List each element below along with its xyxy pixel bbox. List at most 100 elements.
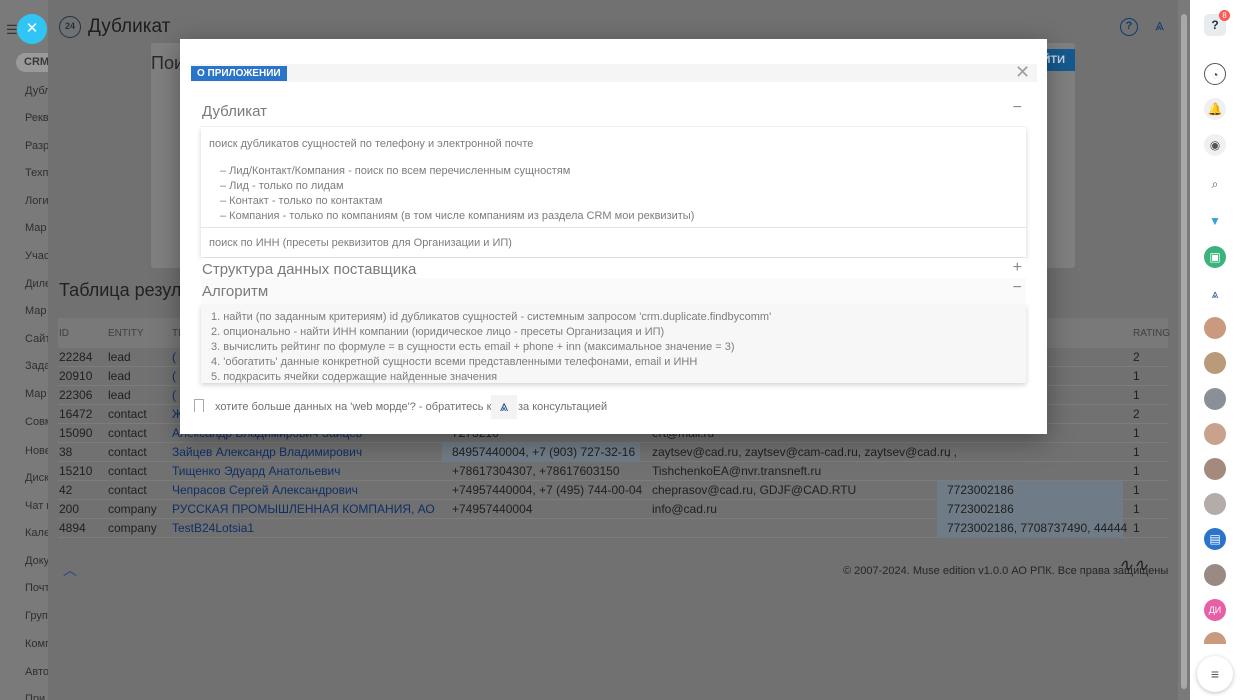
bell-icon[interactable]: 🔔	[1204, 98, 1226, 120]
cell-entity: contact	[108, 407, 147, 421]
cell-id: 15090	[59, 426, 93, 440]
close-icon[interactable]: ✕	[1015, 62, 1030, 82]
table-row[interactable]: 42 contact Чепрасов Сергей Александрович +7…	[58, 481, 1168, 500]
avatar[interactable]	[1204, 388, 1226, 410]
cell-title[interactable]: (	[172, 369, 176, 383]
close-slider-button[interactable]: ✕	[17, 14, 47, 44]
accordion-header-algorithm[interactable]: Алгоритм −	[201, 278, 1026, 304]
cell-id: 15210	[59, 464, 93, 478]
avatar[interactable]	[1204, 352, 1226, 374]
table-row[interactable]: 38 contact Зайцев Александр Владимирович 84…	[58, 443, 1168, 462]
avatar[interactable]	[1204, 458, 1226, 480]
cell-rating: 1	[1133, 483, 1140, 497]
list-item: – Лид - только по лидам	[220, 180, 344, 192]
avatar[interactable]	[1204, 493, 1226, 515]
algorithm-steps: 1. найти (по заданным критериям) id дубл…	[201, 304, 1026, 383]
avatar[interactable]	[1204, 564, 1226, 586]
cell-rating: 1	[1133, 445, 1140, 459]
cell-entity: lead	[108, 350, 131, 364]
cell-id: 38	[59, 445, 73, 459]
algorithm-step: 2. опционально - найти ИНН компании (юри…	[211, 326, 665, 338]
cell-entity: contact	[108, 464, 147, 478]
footer-text: за консультацией	[518, 401, 608, 413]
cell-id: 20910	[59, 369, 93, 383]
avatar-initials[interactable]: ДИ	[1204, 599, 1226, 621]
right-toolbar: ? 8 ◔ 🔔 ◉ ⌕ ▼ ▣ ⩓ ▤ ДИ ≡	[1190, 0, 1250, 700]
list-icon[interactable]: ≡	[1197, 656, 1233, 692]
description-text: поиск дубликатов сущностей по телефону и…	[209, 138, 534, 150]
cell-title[interactable]: РУССКАЯ ПРОМЫШЛЕННАЯ КОМПАНИЯ, АО	[172, 502, 435, 516]
cell-rating: 1	[1133, 464, 1140, 478]
avatar[interactable]	[1204, 423, 1226, 445]
cell-title[interactable]: TestB24Lotsia1	[172, 521, 254, 535]
cell-phone: 84957440004, +7 (903) 727-32-16	[452, 445, 636, 459]
scroll-up-icon[interactable]: ︿	[63, 560, 77, 580]
cell-entity: lead	[108, 388, 131, 402]
cell-id: 200	[59, 502, 80, 516]
cell-title[interactable]: Тищенко Эдуард Анатольевич	[172, 464, 341, 478]
accordion-header-provider[interactable]: Структура данных поставщика +	[201, 258, 1026, 280]
table-row[interactable]: 4894 company TestB24Lotsia1 7723002186, 770…	[58, 519, 1168, 538]
avatar[interactable]	[1204, 317, 1226, 339]
scrollbar[interactable]	[1178, 0, 1190, 700]
cell-entity: contact	[108, 426, 147, 440]
table-row[interactable]: 200 company РУССКАЯ ПРОМЫШЛЕННАЯ КОМПАНИЯ,…	[58, 500, 1168, 519]
accordion-provider-structure: Структура данных поставщика +	[201, 258, 1026, 280]
algorithm-step: 3. вычислить рейтинг по формуле = в сущн…	[211, 341, 735, 353]
cell-title[interactable]: Зайцев Александр Владимирович	[172, 445, 362, 459]
dialog-header: О ПРИЛОЖЕНИИ	[191, 64, 1037, 82]
cell-email: zaytsev@cad.ru, zaytsev@cam-cad.ru, zayt…	[652, 445, 951, 459]
avatar[interactable]	[1204, 632, 1226, 644]
cell-rating: 1	[1133, 426, 1140, 440]
cell-id: 42	[59, 483, 73, 497]
cell-email: info@cad.ru	[652, 502, 717, 516]
column-rating[interactable]: RATING	[1133, 328, 1170, 339]
cell-rating: 1	[1133, 388, 1140, 402]
cell-entity: lead	[108, 369, 131, 383]
cell-inn: , ,	[947, 445, 958, 459]
funnel-icon[interactable]: ▼	[1204, 210, 1226, 232]
signature-logo: ∿∿	[1118, 555, 1149, 575]
compass-app-icon[interactable]: ⩓	[1204, 283, 1226, 305]
cell-rating: 1	[1133, 369, 1140, 383]
cell-email: TishchenkoEA@nvr.transneft.ru	[652, 464, 822, 478]
results-title: Таблица резуль	[59, 280, 191, 300]
compass-icon[interactable]: ⩓	[491, 395, 517, 419]
footer-text: хотите больше данных на 'web морде'? - о…	[215, 401, 515, 413]
chat-icon[interactable]: ◉	[1204, 134, 1226, 156]
contact-card-icon[interactable]: ▣	[1204, 246, 1226, 268]
cell-entity: contact	[108, 483, 147, 497]
algorithm-step: 5. подкрасить ячейки содержащие найденны…	[211, 371, 498, 383]
collapse-icon[interactable]: −	[1013, 279, 1022, 297]
scrollbar-thumb[interactable]	[1181, 14, 1187, 689]
accordion-header-duplicate[interactable]: Дубликат −	[201, 98, 1026, 127]
accordion-body: поиск дубликатов сущностей по телефону и…	[201, 127, 1026, 257]
bookmark-icon	[194, 399, 204, 412]
tab-about[interactable]: О ПРИЛОЖЕНИИ	[191, 66, 287, 81]
search-icon[interactable]: ⌕	[1204, 173, 1226, 195]
column-id[interactable]: ID	[59, 328, 69, 339]
cell-title[interactable]: (	[172, 350, 176, 364]
cell-id: 4894	[59, 521, 86, 535]
cell-entity: contact	[108, 445, 147, 459]
cell-inn: 7723002186	[947, 483, 1014, 497]
cell-title[interactable]: (	[172, 388, 176, 402]
cell-phone: +74957440004	[452, 502, 533, 516]
cell-entity: company	[108, 502, 157, 516]
collapse-icon[interactable]: −	[1013, 99, 1022, 117]
help-icon[interactable]: ?	[1120, 18, 1138, 36]
document-icon[interactable]: ▤	[1204, 528, 1226, 550]
expand-icon[interactable]: +	[1013, 259, 1022, 277]
notification-count-badge: 8	[1219, 10, 1230, 21]
accordion-title: Структура данных поставщика	[202, 261, 417, 278]
copilot-icon[interactable]: ◔	[1204, 63, 1226, 85]
cell-title[interactable]: Чепрасов Сергей Александрович	[172, 483, 358, 497]
dialog-footer: хотите больше данных на 'web морде'? - о…	[192, 395, 1032, 419]
cell-phone: +74957440004, +7 (495) 744-00-04	[452, 483, 643, 497]
page-title: Дубликат	[88, 16, 171, 37]
column-entity[interactable]: ENTITY	[108, 328, 144, 339]
table-row[interactable]: 15210 contact Тищенко Эдуард Анатольевич +7…	[58, 462, 1168, 481]
compass-icon[interactable]: ⩓	[1155, 17, 1164, 35]
accordion-title: Дубликат	[202, 103, 267, 120]
algorithm-step: 4. 'обогатить' данные конкретной сущност…	[211, 356, 698, 368]
